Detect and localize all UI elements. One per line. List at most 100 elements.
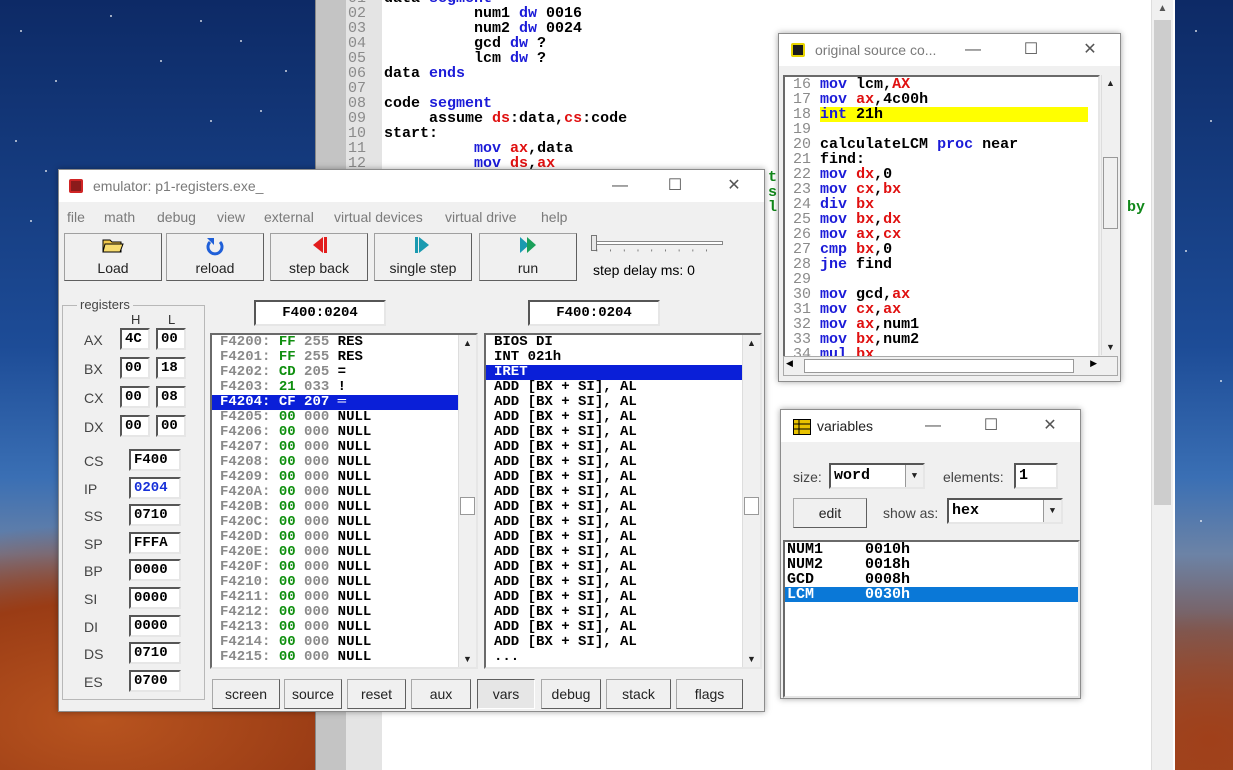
- step-back-button[interactable]: step back: [270, 233, 368, 281]
- source-line[interactable]: 27 cmp bx,0: [785, 242, 1098, 257]
- screen-button[interactable]: screen: [212, 679, 280, 709]
- memory-row[interactable]: F4201: FF 255 RES: [212, 350, 476, 365]
- memory-list[interactable]: F4200: FF 255 RES F4201: FF 255 RES F4202:…: [210, 333, 478, 669]
- source-code-view[interactable]: 16 mov lcm,AX 17 mov ax,4c00h 18 int 21h 19…: [783, 75, 1100, 362]
- source-line[interactable]: 16 mov lcm,AX: [785, 77, 1098, 92]
- editor-line[interactable]: 08 code segment: [348, 96, 627, 111]
- variables-window[interactable]: variables — ☐ ✕ size: word ▼ elements: 1…: [780, 409, 1081, 699]
- editor-line[interactable]: 11 mov ax,data: [348, 141, 627, 156]
- menu-virtual-drive[interactable]: virtual drive: [445, 209, 517, 225]
- disassembly-row[interactable]: ADD [BX + SI], AL: [486, 605, 760, 620]
- memory-row[interactable]: F4202: CD 205 =: [212, 365, 476, 380]
- disassembly-row[interactable]: ADD [BX + SI], AL: [486, 590, 760, 605]
- editor-line[interactable]: 02 num1 dw 0016: [348, 6, 627, 21]
- source-line[interactable]: 26 mov ax,cx: [785, 227, 1098, 242]
- minimize-icon[interactable]: —: [962, 39, 984, 61]
- disassembly-address-input[interactable]: F400:0204: [528, 300, 660, 326]
- source-hscrollbar[interactable]: ◀ ▶: [783, 356, 1118, 376]
- memory-row[interactable]: F4208: 00 000 NULL: [212, 455, 476, 470]
- memory-row[interactable]: F4215: 00 000 NULL: [212, 650, 476, 665]
- scroll-thumb[interactable]: [460, 497, 475, 515]
- emulator-window[interactable]: emulator: p1-registers.exe_ — ☐ ✕ file m…: [58, 169, 765, 712]
- run-button[interactable]: run: [479, 233, 577, 281]
- editor-line[interactable]: 06 data ends: [348, 66, 627, 81]
- reset-button[interactable]: reset: [347, 679, 406, 709]
- menu-external[interactable]: external: [264, 209, 314, 225]
- editor-line[interactable]: 07: [348, 81, 627, 96]
- editor-code[interactable]: 01data segment02 num1 dw 001603 num2 dw …: [348, 0, 627, 171]
- disassembly-row[interactable]: ADD [BX + SI], AL: [486, 470, 760, 485]
- variable-row[interactable]: NUM1 0010h: [785, 542, 1078, 557]
- variable-row[interactable]: GCD 0008h: [785, 572, 1078, 587]
- aux-button[interactable]: aux: [411, 679, 471, 709]
- variables-titlebar[interactable]: variables — ☐ ✕: [781, 410, 1080, 442]
- emulator-titlebar[interactable]: emulator: p1-registers.exe_ — ☐ ✕: [59, 170, 764, 202]
- disassembly-row[interactable]: ADD [BX + SI], AL: [486, 410, 760, 425]
- show-as-select[interactable]: hex ▼: [947, 498, 1063, 524]
- chevron-down-icon[interactable]: ▼: [905, 465, 923, 487]
- debug-button[interactable]: debug: [541, 679, 601, 709]
- editor-line[interactable]: 10 start:: [348, 126, 627, 141]
- menu-view[interactable]: view: [217, 209, 245, 225]
- register-cx-high[interactable]: 00: [120, 386, 150, 408]
- menu-debug[interactable]: debug: [157, 209, 196, 225]
- step-delay-slider[interactable]: ''''''''' step delay ms: 0: [591, 233, 731, 281]
- scroll-thumb[interactable]: [1103, 157, 1118, 229]
- memory-row[interactable]: F4210: 00 000 NULL: [212, 575, 476, 590]
- source-line[interactable]: 29: [785, 272, 1098, 287]
- minimize-icon[interactable]: —: [609, 175, 631, 197]
- source-line[interactable]: 18 int 21h: [785, 107, 1098, 122]
- scroll-up-arrow-icon[interactable]: ▲: [459, 335, 476, 351]
- maximize-icon[interactable]: ☐: [980, 415, 1002, 437]
- variables-list[interactable]: NUM1 0010h NUM2 0018h GCD 0008h LCM 0030h: [783, 540, 1080, 698]
- scroll-up-arrow-icon[interactable]: ▲: [743, 335, 760, 351]
- scroll-down-arrow-icon[interactable]: ▼: [459, 651, 476, 667]
- scroll-left-arrow-icon[interactable]: ◀: [786, 358, 793, 369]
- disassembly-row[interactable]: BIOS DI: [486, 335, 760, 350]
- edit-button[interactable]: edit: [793, 498, 867, 528]
- memory-row[interactable]: F420B: 00 000 NULL: [212, 500, 476, 515]
- scroll-up-arrow-icon[interactable]: ▲: [1102, 75, 1119, 91]
- scroll-down-arrow-icon[interactable]: ▼: [1102, 339, 1119, 355]
- source-line[interactable]: 19: [785, 122, 1098, 137]
- memory-row[interactable]: F420E: 00 000 NULL: [212, 545, 476, 560]
- single-step-button[interactable]: single step: [374, 233, 472, 281]
- memory-row[interactable]: F420A: 00 000 NULL: [212, 485, 476, 500]
- disassembly-row[interactable]: ADD [BX + SI], AL: [486, 515, 760, 530]
- source-line[interactable]: 30 mov gcd,ax: [785, 287, 1098, 302]
- maximize-icon[interactable]: ☐: [1020, 39, 1042, 61]
- menu-help[interactable]: help: [541, 209, 567, 225]
- memory-row[interactable]: F4207: 00 000 NULL: [212, 440, 476, 455]
- close-icon[interactable]: ✕: [723, 175, 745, 197]
- disassembly-row[interactable]: ADD [BX + SI], AL: [486, 395, 760, 410]
- memory-row[interactable]: F4206: 00 000 NULL: [212, 425, 476, 440]
- menu-math[interactable]: math: [104, 209, 135, 225]
- memory-row[interactable]: F4204: CF 207 ═: [212, 395, 476, 410]
- disassembly-row[interactable]: ADD [BX + SI], AL: [486, 620, 760, 635]
- scroll-thumb[interactable]: [744, 497, 759, 515]
- source-vscrollbar[interactable]: ▲ ▼: [1101, 75, 1119, 355]
- register-bx-low[interactable]: 18: [156, 357, 186, 379]
- source-line[interactable]: 25 mov bx,dx: [785, 212, 1098, 227]
- editor-line[interactable]: 04 gcd dw ?: [348, 36, 627, 51]
- elements-input[interactable]: 1: [1014, 463, 1058, 489]
- source-button[interactable]: source: [284, 679, 342, 709]
- disassembly-row[interactable]: ADD [BX + SI], AL: [486, 500, 760, 515]
- size-select[interactable]: word ▼: [829, 463, 925, 489]
- memory-row[interactable]: F420C: 00 000 NULL: [212, 515, 476, 530]
- slider-track[interactable]: [593, 241, 723, 245]
- scroll-down-arrow-icon[interactable]: ▼: [743, 651, 760, 667]
- disassembly-row[interactable]: ADD [BX + SI], AL: [486, 575, 760, 590]
- disassembly-row[interactable]: ADD [BX + SI], AL: [486, 530, 760, 545]
- register-ip-value[interactable]: 0204: [129, 476, 181, 499]
- memory-row[interactable]: F4213: 00 000 NULL: [212, 620, 476, 635]
- memory-row[interactable]: F420F: 00 000 NULL: [212, 560, 476, 575]
- variable-row[interactable]: NUM2 0018h: [785, 557, 1078, 572]
- disassembly-row[interactable]: ADD [BX + SI], AL: [486, 380, 760, 395]
- stack-button[interactable]: stack: [606, 679, 671, 709]
- source-line[interactable]: 23 mov cx,bx: [785, 182, 1098, 197]
- memory-row[interactable]: F4203: 21 033 !: [212, 380, 476, 395]
- scroll-thumb[interactable]: [1154, 20, 1171, 505]
- memory-row[interactable]: F4214: 00 000 NULL: [212, 635, 476, 650]
- disassembly-row[interactable]: ...: [486, 650, 760, 665]
